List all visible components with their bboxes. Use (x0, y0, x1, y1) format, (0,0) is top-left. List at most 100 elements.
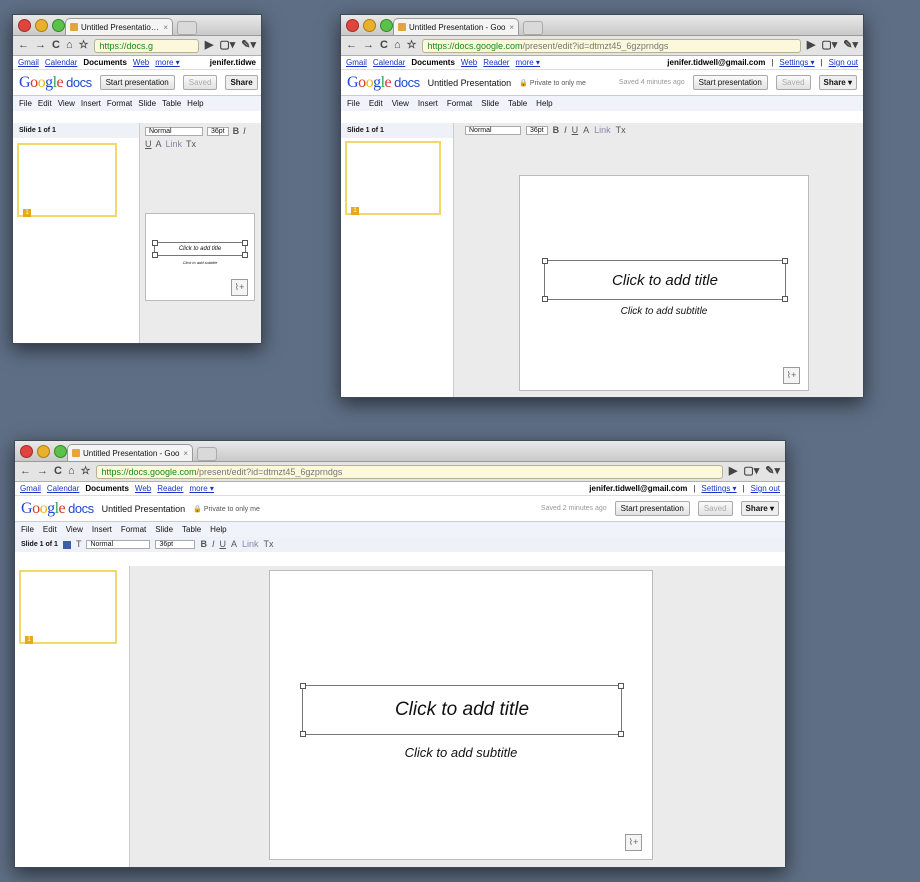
gbar-gmail-link[interactable]: Gmail (346, 58, 367, 67)
gbar-settings-link[interactable]: Settings ▾ (779, 58, 814, 67)
resize-handle[interactable] (242, 252, 248, 258)
slide-canvas[interactable]: Click to add title Click to add subtitle… (519, 175, 809, 391)
resize-handle[interactable] (242, 240, 248, 246)
menu-format[interactable]: Format (107, 99, 132, 108)
menu-edit[interactable]: Edit (38, 99, 52, 108)
resize-handle[interactable] (300, 683, 306, 689)
gbar-documents[interactable]: Documents (411, 58, 455, 67)
subtitle-placeholder[interactable]: Click to add subtitle (146, 260, 254, 265)
size-select[interactable]: 36pt (526, 126, 548, 135)
title-placeholder[interactable]: Click to add title (152, 240, 248, 258)
google-docs-logo[interactable]: Google docs (19, 74, 92, 92)
address-bar[interactable]: https://docs.google.com/present/edit?id=… (422, 38, 801, 53)
size-select[interactable]: 36pt (207, 127, 229, 136)
back-icon[interactable]: ← (346, 40, 357, 51)
menu-help[interactable]: Help (536, 99, 552, 108)
gbar-calendar-link[interactable]: Calendar (45, 58, 77, 67)
privacy-status[interactable]: 🔒 Private to only me (519, 79, 586, 87)
gbar-reader-link[interactable]: Reader (483, 58, 509, 67)
gbar-web-link[interactable]: Web (133, 58, 149, 67)
share-button[interactable]: Share ▾ (740, 501, 779, 516)
title-placeholder[interactable]: Click to add title (300, 683, 624, 737)
menu-file[interactable]: File (19, 99, 32, 108)
subtitle-placeholder[interactable]: Click to add subtitle (270, 745, 652, 760)
subtitle-placeholder[interactable]: Click to add subtitle (520, 306, 808, 317)
menu-help[interactable]: Help (187, 99, 203, 108)
menu-insert[interactable]: Insert (418, 99, 438, 108)
resize-handle[interactable] (782, 258, 788, 264)
gbar-more-link[interactable]: more ▾ (189, 484, 213, 493)
menu-view[interactable]: View (58, 99, 75, 108)
zoom-window-button[interactable] (54, 445, 67, 458)
bold-button[interactable]: B (200, 540, 207, 549)
gbar-gmail-link[interactable]: Gmail (20, 484, 41, 493)
link-button[interactable]: Link (242, 540, 259, 549)
menu-edit[interactable]: Edit (43, 525, 57, 534)
new-tab-button[interactable] (197, 447, 217, 461)
document-title[interactable]: Untitled Presentation (102, 504, 186, 514)
text-color-button[interactable]: A (583, 126, 589, 135)
menu-insert[interactable]: Insert (92, 525, 112, 534)
slide-thumbnail[interactable]: 1 (17, 143, 117, 217)
slide-canvas[interactable]: Click to add title Click to add subtitle… (269, 570, 653, 860)
zoom-window-button[interactable] (380, 19, 393, 32)
menu-table[interactable]: Table (508, 99, 527, 108)
share-button[interactable]: Share (225, 75, 258, 90)
tab-close-icon[interactable]: × (183, 449, 188, 458)
forward-icon[interactable]: → (363, 40, 374, 51)
minimize-window-button[interactable] (35, 19, 48, 32)
minimize-window-button[interactable] (363, 19, 376, 32)
page-menu-icon[interactable]: ▢▾ (743, 466, 759, 477)
clear-format-button[interactable]: Tx (264, 540, 274, 549)
menu-help[interactable]: Help (210, 525, 226, 534)
menu-file[interactable]: File (21, 525, 34, 534)
home-icon[interactable]: ⌂ (68, 466, 75, 477)
home-icon[interactable]: ⌂ (66, 40, 73, 51)
menu-format[interactable]: Format (121, 525, 146, 534)
privacy-status[interactable]: 🔒 Private to only me (193, 505, 260, 513)
underline-button[interactable]: U (572, 126, 579, 135)
save-icon[interactable] (62, 540, 71, 549)
text-color-button[interactable]: A (231, 540, 237, 549)
menu-slide[interactable]: Slide (155, 525, 173, 534)
slide-thumbnail[interactable]: 1 (345, 141, 441, 215)
page-menu-icon[interactable]: ▢▾ (821, 40, 837, 51)
italic-button[interactable]: I (212, 540, 215, 549)
address-bar[interactable]: https://docs.google.com/present/edit?id=… (96, 464, 723, 479)
speaker-notes-icon[interactable]: ⌇+ (231, 279, 248, 296)
speaker-notes-icon[interactable]: ⌇+ (625, 834, 642, 851)
gbar-calendar-link[interactable]: Calendar (373, 58, 405, 67)
star-icon[interactable]: ☆ (79, 40, 89, 51)
gbar-settings-link[interactable]: Settings ▾ (701, 484, 736, 493)
style-select[interactable]: Normal (86, 540, 151, 549)
start-presentation-button[interactable]: Start presentation (692, 75, 768, 90)
address-bar[interactable]: https://docs.g (94, 38, 199, 53)
bold-button[interactable]: B (233, 127, 240, 136)
resize-handle[interactable] (782, 296, 788, 302)
speaker-notes-icon[interactable]: ⌇+ (783, 367, 800, 384)
forward-icon[interactable]: → (35, 40, 46, 51)
menu-file[interactable]: File (347, 99, 360, 108)
close-window-button[interactable] (20, 445, 33, 458)
bold-button[interactable]: B (553, 126, 560, 135)
star-icon[interactable]: ☆ (407, 40, 417, 51)
slide-thumbnail[interactable]: 1 (19, 570, 117, 644)
document-title[interactable]: Untitled Presentation (428, 78, 512, 88)
go-icon[interactable]: ▶ (729, 466, 737, 477)
page-menu-icon[interactable]: ▢▾ (219, 40, 235, 51)
gbar-reader-link[interactable]: Reader (157, 484, 183, 493)
forward-icon[interactable]: → (37, 466, 48, 477)
gbar-web-link[interactable]: Web (135, 484, 151, 493)
menu-table[interactable]: Table (182, 525, 201, 534)
gbar-documents[interactable]: Documents (85, 484, 129, 493)
new-tab-button[interactable] (177, 21, 197, 35)
menu-format[interactable]: Format (447, 99, 472, 108)
style-select[interactable]: Normal (465, 126, 521, 135)
tab-close-icon[interactable]: × (163, 23, 168, 32)
gbar-documents[interactable]: Documents (83, 58, 127, 67)
wrench-menu-icon[interactable]: ✎▾ (843, 40, 858, 51)
browser-tab[interactable]: Untitled Presentation - Goo × (67, 444, 193, 461)
reload-icon[interactable]: C (380, 40, 388, 51)
minimize-window-button[interactable] (37, 445, 50, 458)
resize-handle[interactable] (618, 731, 624, 737)
